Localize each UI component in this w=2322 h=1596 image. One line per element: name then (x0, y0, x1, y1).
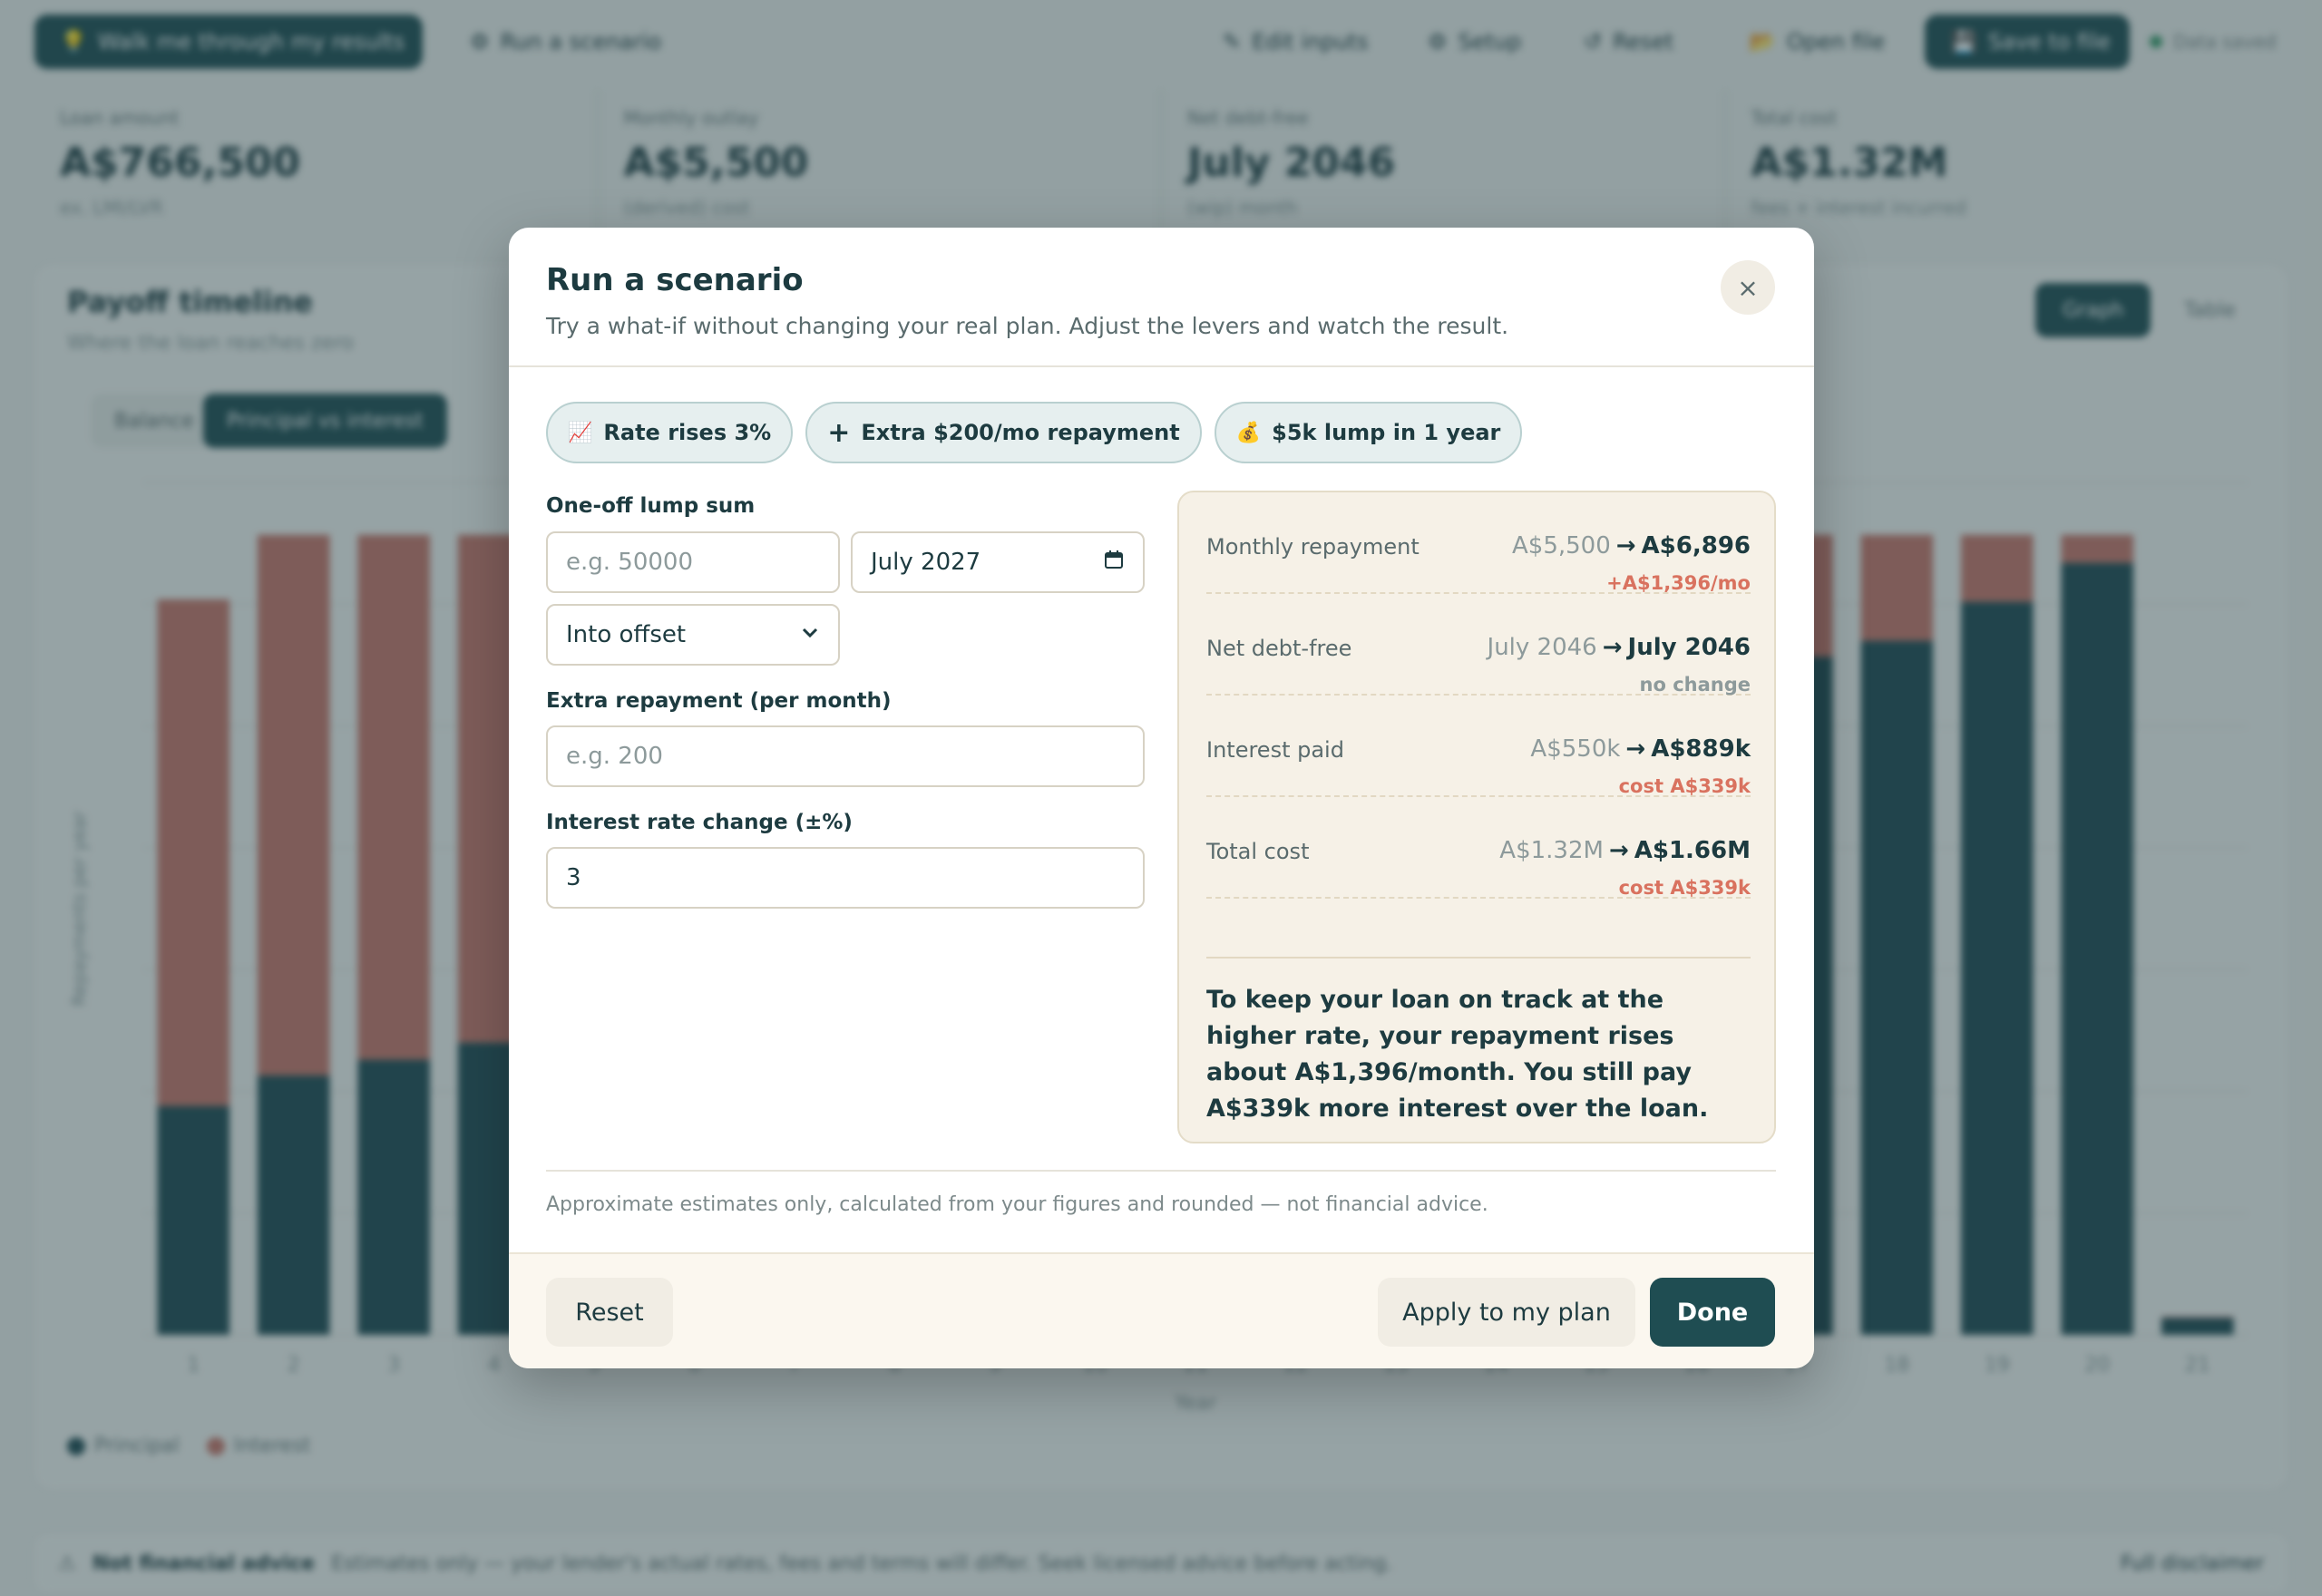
close-icon[interactable]: × (1721, 260, 1775, 315)
scenario-results-panel: Monthly repayment A$5,500 → A$6,896 +A$1,3… (1177, 491, 1776, 1143)
calendar-icon[interactable] (1103, 549, 1125, 577)
reset-button[interactable]: Reset (546, 1278, 673, 1347)
lump-sum-input[interactable]: e.g. 50000 (546, 531, 840, 593)
dialog-disclaimer: Approximate estimates only, calculated f… (546, 1193, 1488, 1216)
result-delta: +A$1,396/mo (1606, 572, 1751, 594)
result-row: Net debt-free July 2046 → July 2046 no cha… (1206, 594, 1751, 696)
divider (546, 1170, 1776, 1172)
chip-rate-rises[interactable]: 📈 Rate rises 3% (546, 402, 794, 463)
dialog-header: Run a scenario Try a what-if without cha… (509, 228, 1814, 367)
lump-date-input[interactable]: July 2027 (851, 531, 1145, 593)
chevron-down-icon (800, 621, 820, 648)
apply-to-plan-button[interactable]: Apply to my plan (1378, 1278, 1635, 1347)
extra-repayment-input[interactable]: e.g. 200 (546, 725, 1145, 787)
chip-extra-repayment[interactable]: + Extra $200/mo repayment (805, 402, 1202, 463)
scenario-dialog: Run a scenario Try a what-if without cha… (509, 228, 1814, 1368)
lump-target-select[interactable]: Into offset (546, 604, 840, 666)
scenario-summary: To keep your loan on track at the higher… (1206, 957, 1751, 1127)
dialog-title: Run a scenario (546, 262, 804, 298)
extra-repayment-label: Extra repayment (per month) (546, 689, 892, 713)
money-bag-icon: 💰 (1235, 421, 1262, 444)
result-delta: cost A$339k (1618, 877, 1751, 899)
result-delta: cost A$339k (1618, 775, 1751, 797)
result-row: Interest paid A$550k → A$889k cost A$339k (1206, 696, 1751, 797)
done-button[interactable]: Done (1650, 1278, 1775, 1347)
dialog-subtitle: Try a what-if without changing your real… (546, 313, 1509, 339)
preset-chips: 📈 Rate rises 3% + Extra $200/mo repaymen… (546, 402, 1523, 463)
rate-change-label: Interest rate change (±%) (546, 811, 853, 834)
result-row: Monthly repayment A$5,500 → A$6,896 +A$1,3… (1206, 492, 1751, 594)
chart-up-icon: 📈 (568, 421, 593, 444)
lump-sum-label: One-off lump sum (546, 494, 756, 518)
result-delta: no change (1639, 674, 1751, 696)
plus-icon: + (827, 416, 851, 449)
result-row: Total cost A$1.32M → A$1.66M cost A$339k (1206, 797, 1751, 899)
chip-lump-sum[interactable]: 💰 $5k lump in 1 year (1214, 402, 1523, 463)
rate-change-input[interactable]: 3 (546, 847, 1145, 909)
dialog-footer: Reset Apply to my plan Done (509, 1252, 1814, 1368)
